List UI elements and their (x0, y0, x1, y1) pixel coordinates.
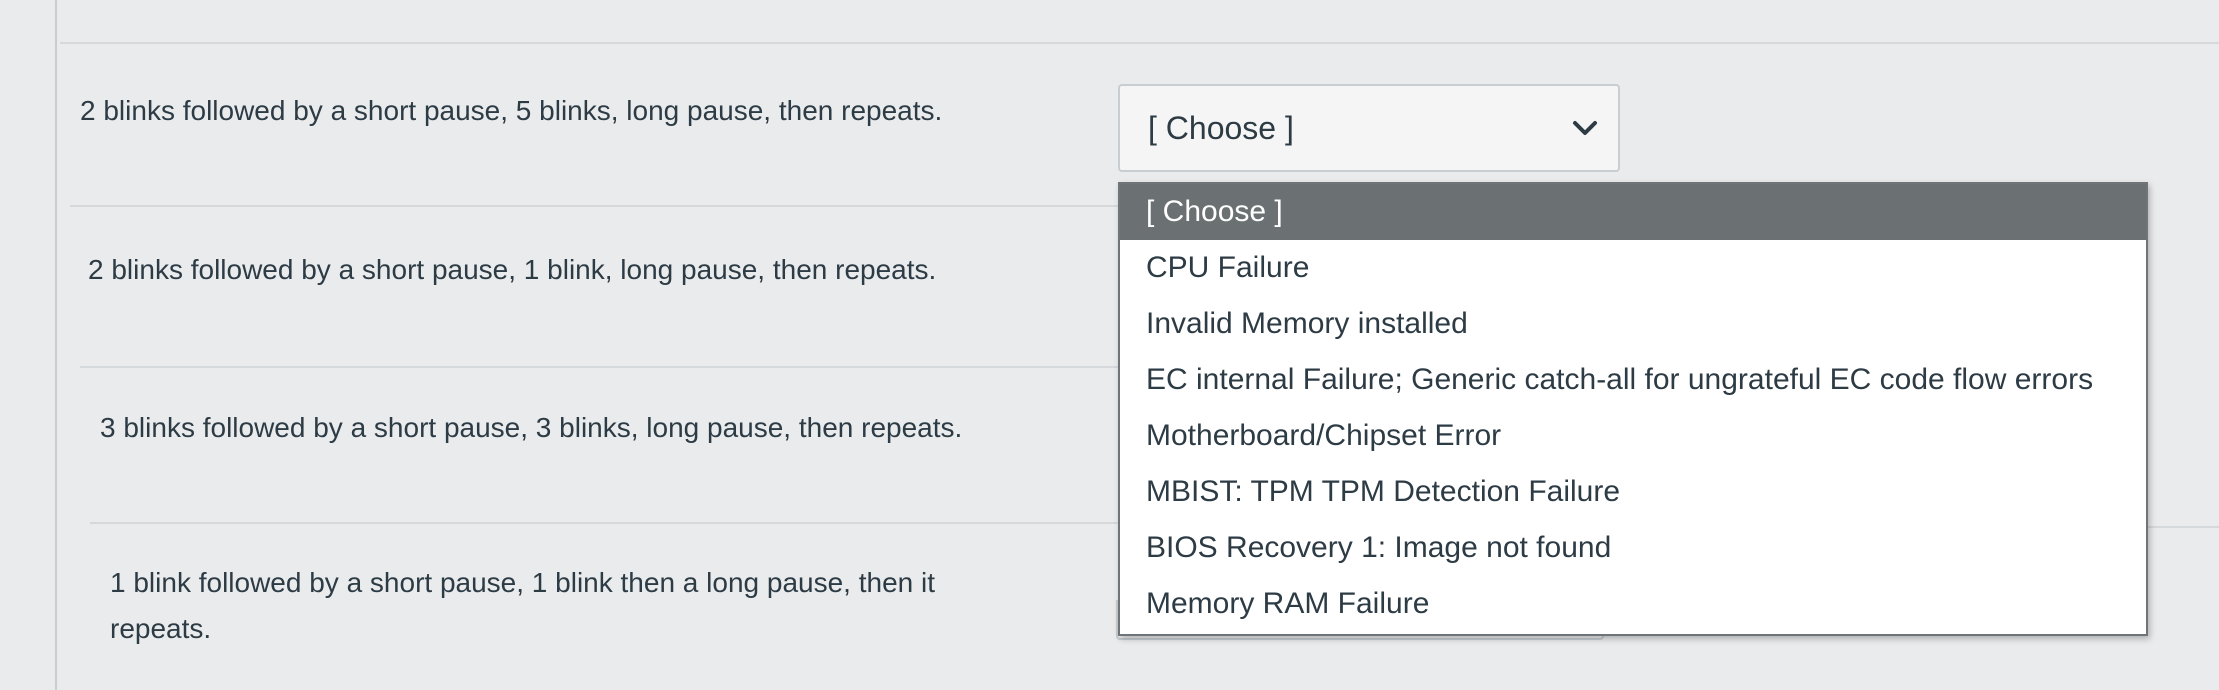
left-border (55, 0, 57, 690)
option-mbist-tpm[interactable]: MBIST: TPM TPM Detection Failure (1120, 464, 2146, 520)
divider-row-1 (70, 205, 1120, 207)
divider-row-3 (90, 522, 1120, 524)
question-4-line-2: repeats. (110, 613, 212, 644)
option-motherboard-chipset[interactable]: Motherboard/Chipset Error (1120, 408, 2146, 464)
divider-row-3-right (2148, 526, 2219, 528)
select-current-value: [ Choose ] (1148, 110, 1294, 146)
divider-top (60, 42, 2219, 44)
option-choose[interactable]: [ Choose ] (1120, 184, 2146, 240)
question-2-text: 2 blinks followed by a short pause, 1 bl… (88, 254, 937, 285)
question-4-text: 1 blink followed by a short pause, 1 bli… (110, 560, 935, 652)
question-4-line-1: 1 blink followed by a short pause, 1 bli… (110, 567, 935, 598)
option-invalid-memory[interactable]: Invalid Memory installed (1120, 296, 2146, 352)
question-1-text: 2 blinks followed by a short pause, 5 bl… (80, 95, 943, 126)
divider-row-2 (80, 366, 1120, 368)
chevron-down-icon (1573, 121, 1597, 135)
option-cpu-failure[interactable]: CPU Failure (1120, 240, 2146, 296)
option-bios-recovery[interactable]: BIOS Recovery 1: Image not found (1120, 520, 2146, 576)
answer-select-1[interactable]: [ Choose ] (1118, 84, 1620, 172)
select-dropdown-list: [ Choose ] CPU Failure Invalid Memory in… (1118, 182, 2148, 636)
option-memory-ram-failure[interactable]: Memory RAM Failure (1120, 576, 2146, 632)
option-ec-internal-failure[interactable]: EC internal Failure; Generic catch-all f… (1120, 352, 2146, 408)
question-3-text: 3 blinks followed by a short pause, 3 bl… (100, 412, 963, 443)
